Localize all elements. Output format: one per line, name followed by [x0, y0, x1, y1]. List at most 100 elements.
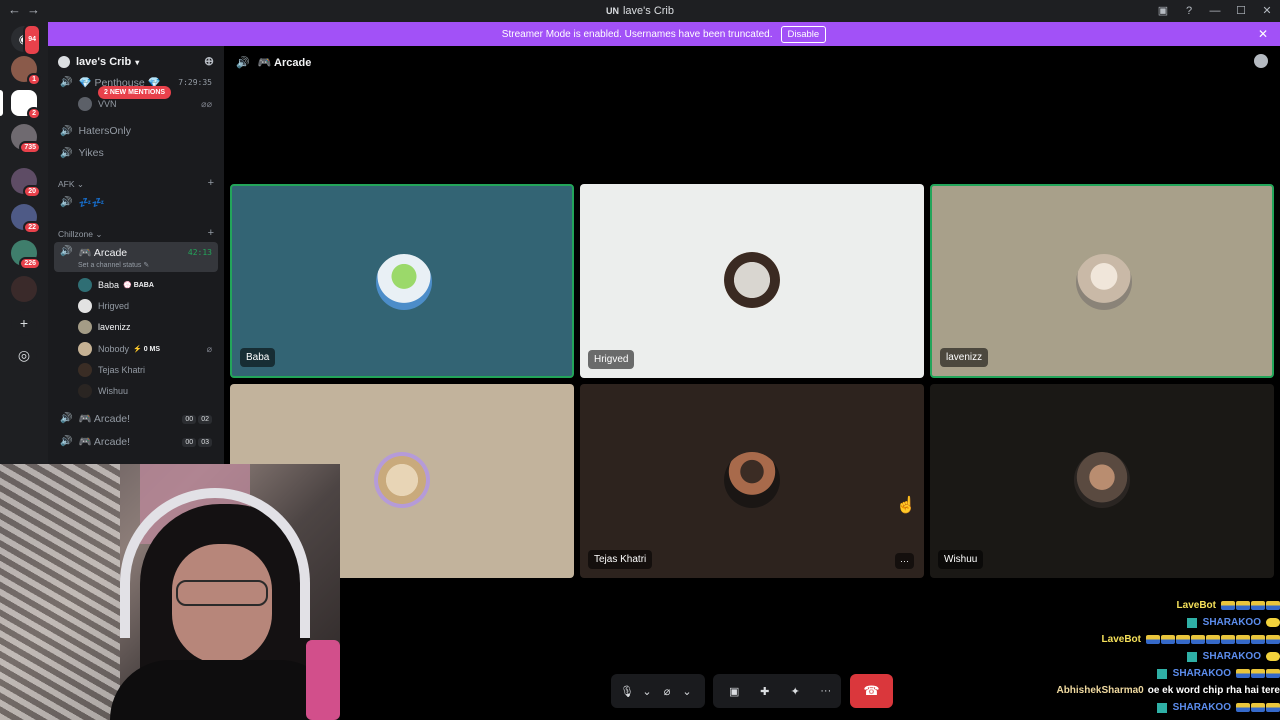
- channel-sidebar: lave's Crib ▾ ⊕ 🔊 💎 Penthouse 💎 7:29:35 …: [48, 46, 224, 464]
- disable-streamer-mode-button[interactable]: Disable: [780, 25, 827, 43]
- more-options-button[interactable]: ···: [895, 553, 914, 569]
- chevron-down-icon: ▾: [135, 57, 140, 67]
- participant-name: Baba: [240, 348, 276, 367]
- chevron-down-icon[interactable]: ⌄: [637, 685, 657, 698]
- chevron-down-icon: ⌄: [76, 179, 85, 189]
- channel-status[interactable]: Set a channel status ✎: [78, 261, 149, 269]
- new-mentions-badge[interactable]: 2 NEW MENTIONS: [98, 86, 172, 99]
- chat-username: SHARAKOO: [1172, 668, 1231, 679]
- selected-pill: [0, 90, 3, 116]
- emote-icon: [1266, 703, 1280, 712]
- voice-member[interactable]: Wishuu: [78, 382, 214, 400]
- voice-member[interactable]: Hrigved: [78, 297, 214, 315]
- avatar: [724, 452, 780, 508]
- chat-username: SHARAKOO: [1202, 617, 1261, 628]
- emote-icon: [1206, 635, 1220, 644]
- more-icon[interactable]: ···: [816, 685, 836, 697]
- avatar: [1074, 452, 1130, 508]
- soundboard-icon[interactable]: ✦: [785, 685, 805, 698]
- avatar: [376, 254, 432, 310]
- chat-username: LaveBot: [1101, 634, 1141, 645]
- add-channel-icon[interactable]: +: [208, 177, 214, 189]
- voice-channel-header: 🔊 🎮 Arcade: [224, 46, 1280, 78]
- voice-member[interactable]: Nobody ⚡ 0 MS ⌀: [78, 340, 214, 358]
- participant-tile[interactable]: Hrigved: [580, 184, 924, 378]
- user-count: 00: [182, 415, 197, 424]
- emote-icon: [1266, 635, 1280, 644]
- avatar: [78, 342, 92, 356]
- screen-share-icon[interactable]: ▣: [724, 685, 744, 698]
- participant-tile[interactable]: Wishuu: [930, 384, 1274, 578]
- direct-messages-icon[interactable]: ◉94: [11, 24, 41, 56]
- speaker-icon: 🔊: [236, 56, 250, 69]
- speaker-icon: 🔊: [60, 246, 73, 257]
- emote-icon: [1161, 635, 1175, 644]
- speaker-icon: 🔊: [60, 147, 73, 159]
- emote-icon: [1221, 601, 1235, 610]
- emote-icon: [1251, 635, 1265, 644]
- help-icon[interactable]: ?: [1176, 0, 1202, 22]
- invite-people-icon[interactable]: ⊕: [204, 54, 214, 68]
- speaker-icon: 🔊: [60, 196, 73, 208]
- emote-icon: [1236, 601, 1250, 610]
- category-chillzone[interactable]: Chillzone ⌄ +: [58, 227, 214, 240]
- muted-icon: ⌀: [206, 343, 212, 354]
- channel-afk[interactable]: 🔊 💤💤: [54, 192, 218, 212]
- add-server-icon[interactable]: +: [11, 310, 37, 336]
- emote-icon: [1176, 635, 1190, 644]
- discover-icon[interactable]: ◎: [11, 342, 37, 368]
- emote-icon: [1236, 669, 1250, 678]
- voice-member[interactable]: lavenizz: [78, 318, 214, 336]
- server-icon[interactable]: [11, 276, 37, 302]
- channel-arcade-2[interactable]: 🔊 🎮 Arcade! 00 02: [54, 408, 218, 428]
- server-icon-laves-crib[interactable]: 2: [11, 90, 41, 120]
- chat-badge-icon: [1186, 651, 1197, 662]
- emote-icon: [1251, 669, 1265, 678]
- server-folder-icon[interactable]: 22: [11, 204, 41, 234]
- participant-name: Hrigved: [588, 350, 635, 369]
- microphone-icon: [306, 640, 340, 720]
- chat-message: SHARAKOO: [1040, 699, 1280, 716]
- speaker-icon: 🔊: [60, 412, 73, 424]
- minimize-button[interactable]: —: [1202, 0, 1228, 22]
- disconnect-button[interactable]: ☎: [850, 674, 893, 708]
- participant-tile[interactable]: Tejas Khatri ···: [580, 384, 924, 578]
- server-icon[interactable]: 1: [11, 56, 41, 86]
- channel-timer: 7:29:35: [178, 77, 212, 87]
- avatar: [78, 299, 92, 313]
- muted-icon: ⌀⌀: [201, 98, 212, 109]
- avatar: [78, 320, 92, 334]
- channel-yikes[interactable]: 🔊 Yikes: [54, 143, 218, 163]
- voice-member[interactable]: Tejas Khatri: [78, 361, 214, 379]
- channel-arcade-3[interactable]: 🔊 🎮 Arcade! 00 03: [54, 431, 218, 451]
- server-folder-icon[interactable]: 226: [11, 240, 41, 270]
- server-folder-icon[interactable]: 20: [11, 168, 41, 198]
- activities-icon[interactable]: ✚: [755, 685, 775, 698]
- add-channel-icon[interactable]: +: [208, 227, 214, 239]
- chevron-down-icon[interactable]: ⌄: [677, 685, 697, 698]
- camera-off-icon[interactable]: ⌀: [657, 685, 677, 698]
- stream-chat-overlay: LaveBot SHARAKOO LaveBot SHARAKOO SHARAKOO Ab…: [1040, 597, 1280, 716]
- channel-hatersonly[interactable]: 🔊 HatersOnly: [54, 121, 218, 141]
- emote-icon: [1251, 703, 1265, 712]
- microphone-icon[interactable]: 🎙: [617, 685, 637, 698]
- close-icon[interactable]: ✕: [1258, 27, 1268, 41]
- user-limit: 03: [198, 438, 212, 447]
- maximize-button[interactable]: ☐: [1228, 0, 1254, 22]
- emote-icon: [1266, 669, 1280, 678]
- chat-bubble-icon[interactable]: [1254, 54, 1268, 68]
- category-afk[interactable]: AFK ⌄ +: [58, 177, 214, 190]
- voice-member[interactable]: Baba 💮 BABA: [78, 276, 214, 294]
- participant-tile[interactable]: lavenizz: [930, 184, 1274, 378]
- close-window-button[interactable]: ✕: [1254, 0, 1280, 22]
- user-count: 00: [182, 438, 197, 447]
- server-folder-icon[interactable]: 735: [11, 124, 41, 154]
- participant-tile[interactable]: Baba: [230, 184, 574, 378]
- window-title: UN lave's Crib: [605, 5, 674, 17]
- channel-arcade[interactable]: 🔊 🎮 Arcade 42:13 Set a channel status ✎: [54, 242, 218, 272]
- activity-controls: ▣ ✚ ✦ ···: [713, 674, 841, 708]
- inbox-icon[interactable]: ▣: [1150, 0, 1176, 22]
- chat-username: LaveBot: [1176, 600, 1216, 611]
- chat-username: SHARAKOO: [1202, 651, 1261, 662]
- chat-message: LaveBot: [1040, 597, 1280, 614]
